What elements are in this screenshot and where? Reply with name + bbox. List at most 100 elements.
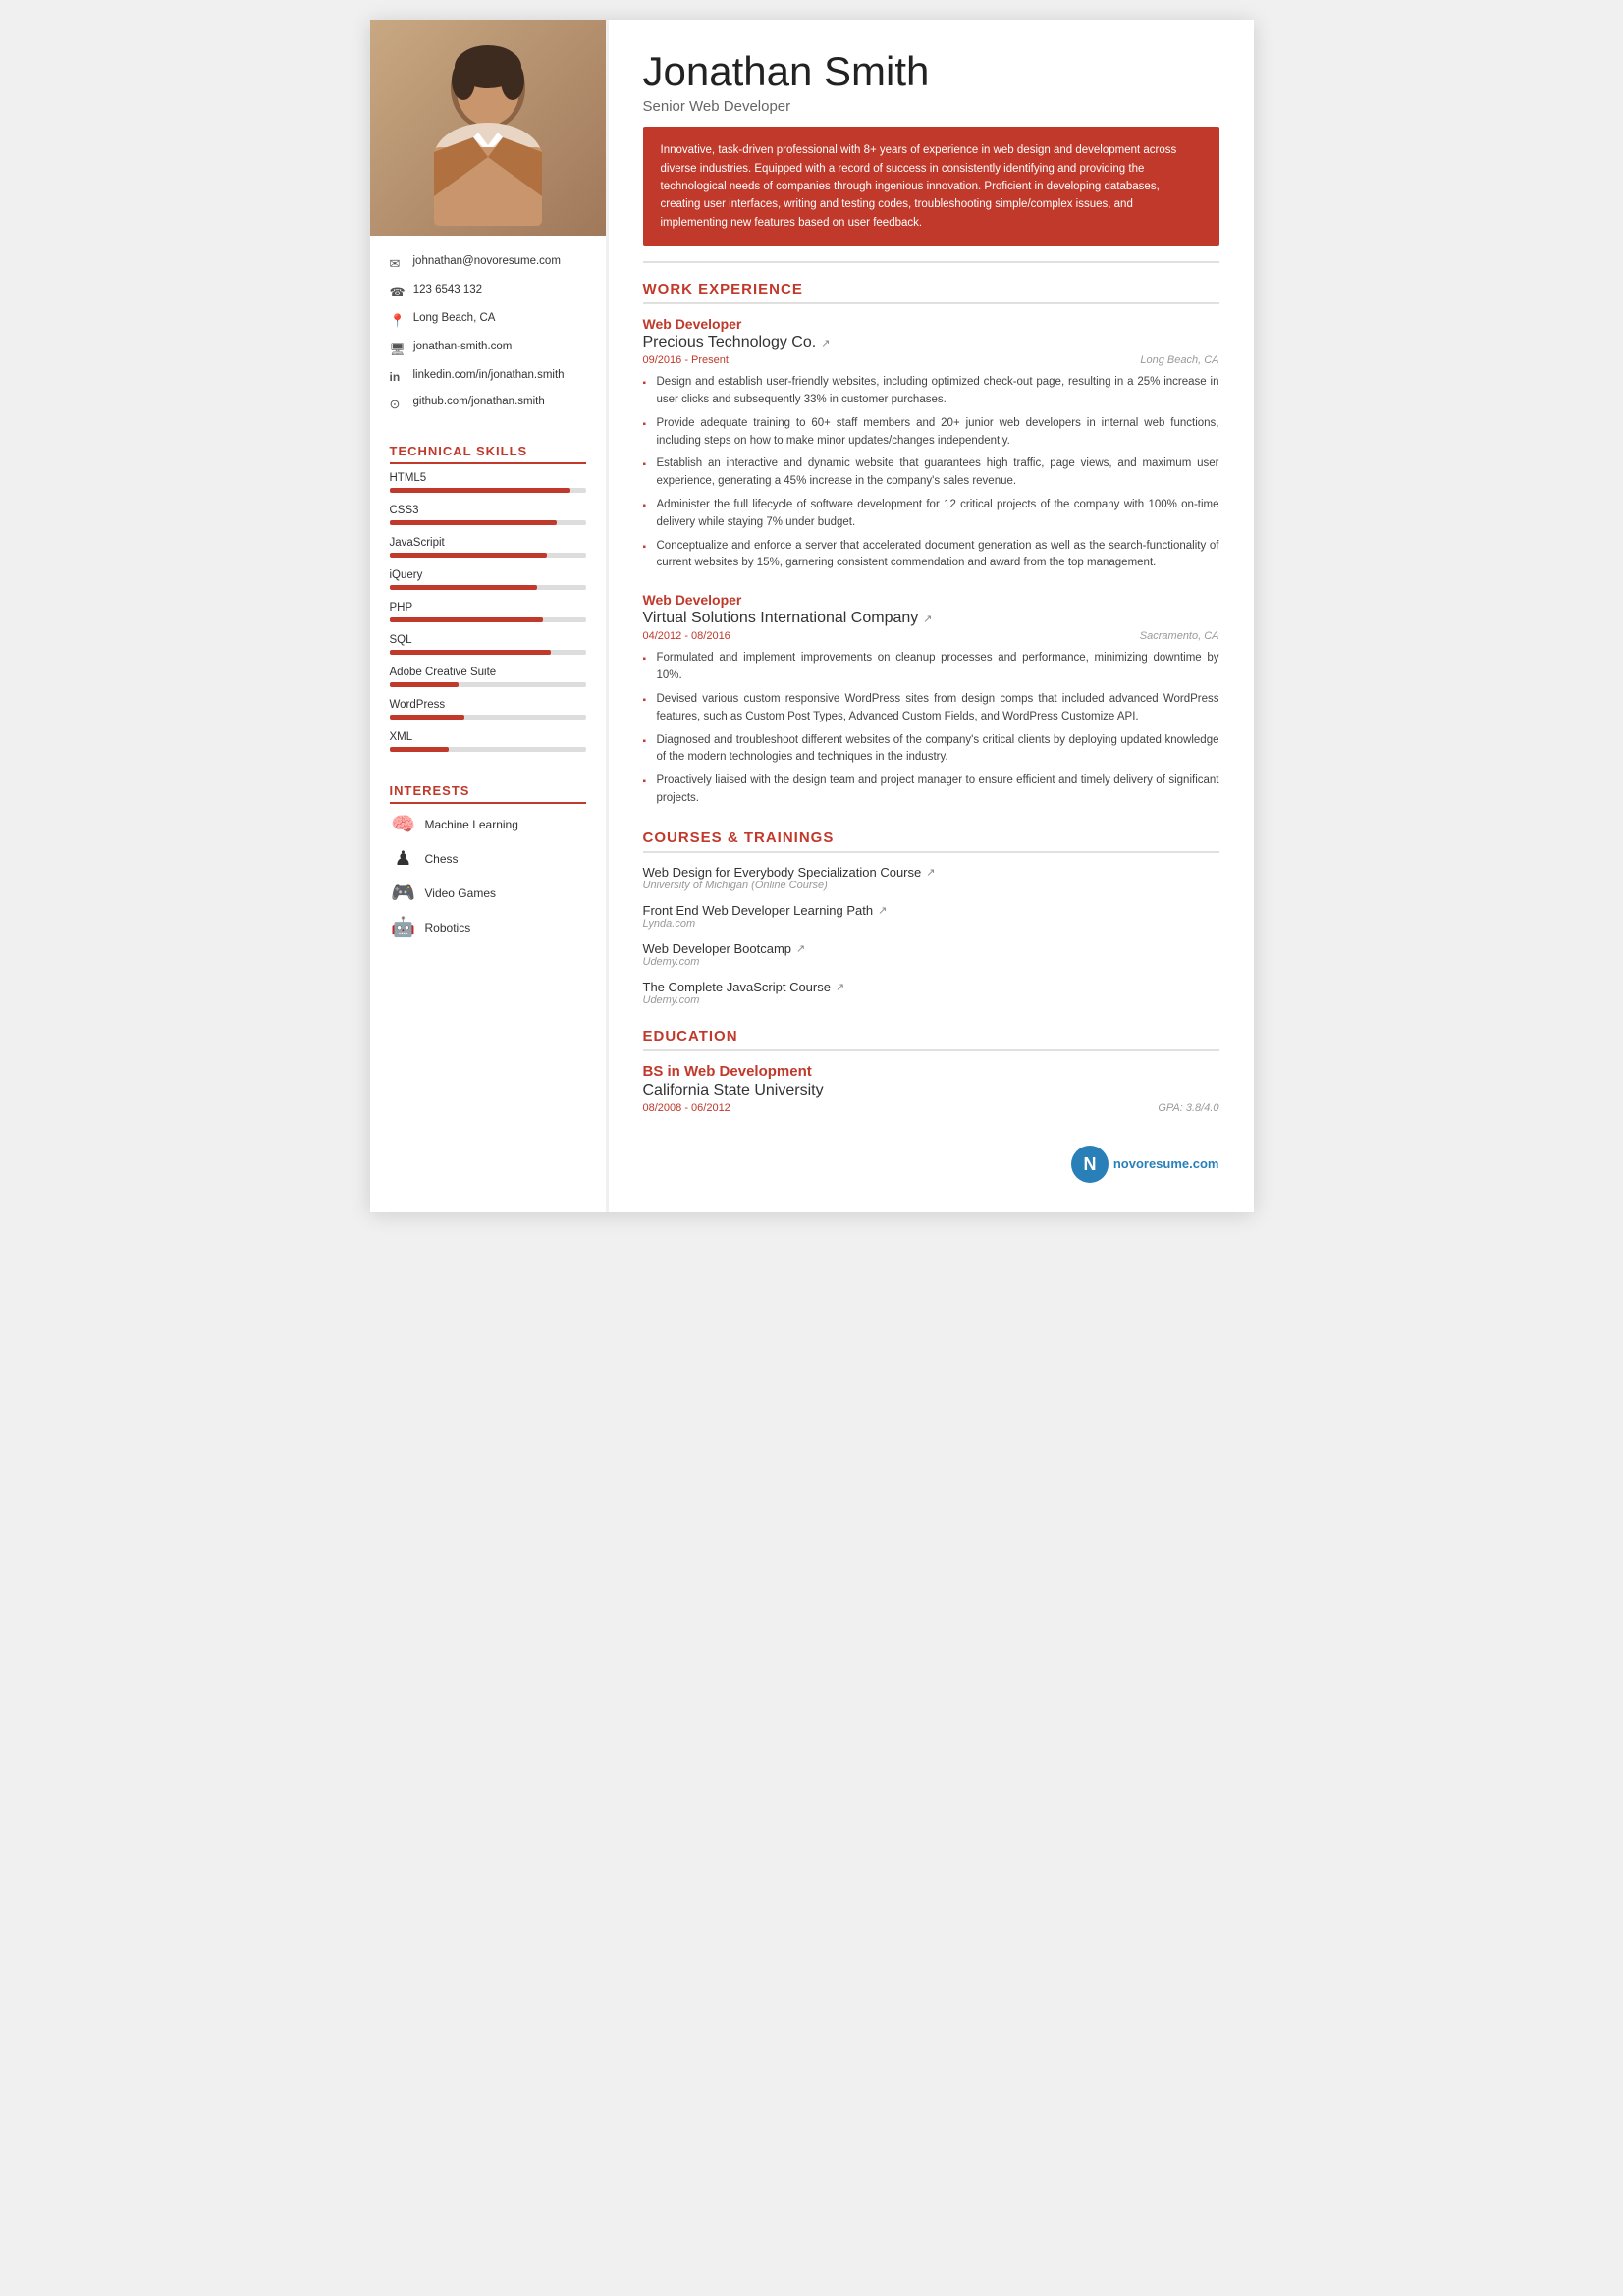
external-link-icon: ↗	[796, 942, 805, 955]
interest-icon: 🤖	[390, 915, 417, 939]
skill-name: CSS3	[390, 505, 586, 516]
contact-section: ✉ johnathan@novoresume.com ☎ 123 6543 13…	[370, 236, 606, 434]
job-bullet: Conceptualize and enforce a server that …	[643, 538, 1219, 573]
linkedin-icon: in	[390, 370, 406, 384]
job-bullet: Design and establish user-friendly websi…	[643, 374, 1219, 409]
website-text: jonathan-smith.com	[413, 341, 512, 352]
location-text: Long Beach, CA	[413, 312, 496, 324]
skill-name: HTML5	[390, 472, 586, 484]
course-name: Web Developer Bootcamp ↗	[643, 941, 1219, 956]
skill-item: Adobe Creative Suite	[390, 667, 586, 687]
course-item: Front End Web Developer Learning Path ↗ …	[643, 903, 1219, 930]
phone-icon: ☎	[390, 285, 406, 300]
interest-item: 🧠 Machine Learning	[390, 812, 586, 836]
skill-name: Adobe Creative Suite	[390, 667, 586, 678]
skill-bar-bg	[390, 520, 586, 525]
novoresume-logo-icon: N	[1071, 1146, 1109, 1183]
skill-item: XML	[390, 731, 586, 752]
person-summary: Innovative, task-driven professional wit…	[643, 127, 1219, 246]
job-dates: 04/2012 - 08/2016	[643, 630, 730, 642]
edu-degree: BS in Web Development	[643, 1063, 1219, 1080]
main-header: Jonathan Smith Senior Web Developer Inno…	[643, 49, 1219, 263]
resume-document: ✉ johnathan@novoresume.com ☎ 123 6543 13…	[370, 20, 1254, 1212]
skill-item: JavaScripit	[390, 537, 586, 558]
job-bullet: Proactively liaised with the design team…	[643, 773, 1219, 808]
novoresume-logo-text: novoresume.com	[1113, 1156, 1219, 1171]
skill-name: WordPress	[390, 699, 586, 711]
skill-bar-bg	[390, 715, 586, 720]
course-provider: University of Michigan (Online Course)	[643, 880, 1219, 891]
skill-bar-fill	[390, 682, 459, 687]
technical-skills-section: TECHNICAL SKILLS HTML5 CSS3 JavaScripit …	[370, 434, 606, 774]
job-meta: 04/2012 - 08/2016 Sacramento, CA	[643, 630, 1219, 642]
education-list: BS in Web Development California State U…	[643, 1063, 1219, 1114]
main-content: Jonathan Smith Senior Web Developer Inno…	[606, 20, 1254, 1212]
interest-name: Video Games	[425, 886, 497, 900]
job-bullet: Formulated and implement improvements on…	[643, 650, 1219, 685]
course-item: Web Design for Everybody Specialization …	[643, 865, 1219, 891]
course-provider: Lynda.com	[643, 918, 1219, 930]
course-provider: Udemy.com	[643, 994, 1219, 1006]
person-name: Jonathan Smith	[643, 49, 1219, 94]
skill-bar-fill	[390, 650, 551, 655]
courses-section: COURSES & TRAININGS Web Design for Every…	[643, 829, 1219, 1006]
job-location: Long Beach, CA	[1140, 354, 1218, 366]
job-meta: 09/2016 - Present Long Beach, CA	[643, 354, 1219, 366]
interest-icon: 🧠	[390, 812, 417, 836]
external-link-icon: ↗	[926, 866, 935, 879]
skill-bar-fill	[390, 585, 537, 590]
skills-list: HTML5 CSS3 JavaScripit iQuery PHP SQL Ad…	[390, 472, 586, 752]
job-bullet: Administer the full lifecycle of softwar…	[643, 497, 1219, 532]
sidebar: ✉ johnathan@novoresume.com ☎ 123 6543 13…	[370, 20, 606, 1212]
work-experience-section: WORK EXPERIENCE Web Developer Precious T…	[643, 281, 1219, 808]
edu-gpa: GPA: 3.8/4.0	[1158, 1102, 1218, 1114]
edu-school: California State University	[643, 1082, 1219, 1099]
work-experience-title: WORK EXPERIENCE	[643, 281, 1219, 304]
course-provider: Udemy.com	[643, 956, 1219, 968]
skill-bar-bg	[390, 617, 586, 622]
skill-bar-fill	[390, 617, 543, 622]
skill-bar-bg	[390, 585, 586, 590]
linkedin-item: in linkedin.com/in/jonathan.smith	[390, 369, 586, 384]
external-link-icon: ↗	[923, 613, 932, 625]
job-company: Virtual Solutions International Company …	[643, 610, 1219, 627]
jobs-list: Web Developer Precious Technology Co. ↗ …	[643, 316, 1219, 808]
course-item: The Complete JavaScript Course ↗ Udemy.c…	[643, 980, 1219, 1006]
skill-name: PHP	[390, 602, 586, 614]
skill-bar-bg	[390, 682, 586, 687]
technical-skills-title: TECHNICAL SKILLS	[390, 444, 586, 464]
job-bullet: Devised various custom responsive WordPr…	[643, 691, 1219, 726]
github-item: ⊙ github.com/jonathan.smith	[390, 396, 586, 412]
skill-item: HTML5	[390, 472, 586, 493]
job-title: Web Developer	[643, 592, 1219, 608]
website-icon: 🖥	[390, 342, 406, 357]
job-bullet: Establish an interactive and dynamic web…	[643, 455, 1219, 491]
skill-bar-bg	[390, 650, 586, 655]
skill-name: JavaScripit	[390, 537, 586, 549]
interests-list: 🧠 Machine Learning ♟ Chess 🎮 Video Games…	[390, 812, 586, 939]
interest-icon: 🎮	[390, 881, 417, 905]
skill-bar-bg	[390, 488, 586, 493]
phone-text: 123 6543 132	[413, 284, 482, 295]
location-item: 📍 Long Beach, CA	[390, 312, 586, 329]
interest-name: Robotics	[425, 921, 471, 934]
interest-item: 🎮 Video Games	[390, 881, 586, 905]
job-item: Web Developer Precious Technology Co. ↗ …	[643, 316, 1219, 572]
interest-icon: ♟	[390, 846, 417, 871]
website-item: 🖥 jonathan-smith.com	[390, 341, 586, 357]
location-icon: 📍	[390, 313, 406, 329]
skill-item: iQuery	[390, 569, 586, 590]
course-name: The Complete JavaScript Course ↗	[643, 980, 1219, 994]
skill-item: PHP	[390, 602, 586, 622]
course-name: Web Design for Everybody Specialization …	[643, 865, 1219, 880]
job-bullet: Provide adequate training to 60+ staff m…	[643, 415, 1219, 451]
skill-item: CSS3	[390, 505, 586, 525]
external-link-icon: ↗	[878, 904, 887, 917]
skill-item: WordPress	[390, 699, 586, 720]
edu-dates: 08/2008 - 06/2012	[643, 1102, 730, 1114]
novoresume-branding: N novoresume.com	[643, 1136, 1219, 1183]
skill-bar-bg	[390, 553, 586, 558]
job-item: Web Developer Virtual Solutions Internat…	[643, 592, 1219, 808]
skill-bar-fill	[390, 520, 557, 525]
avatar	[370, 20, 606, 236]
